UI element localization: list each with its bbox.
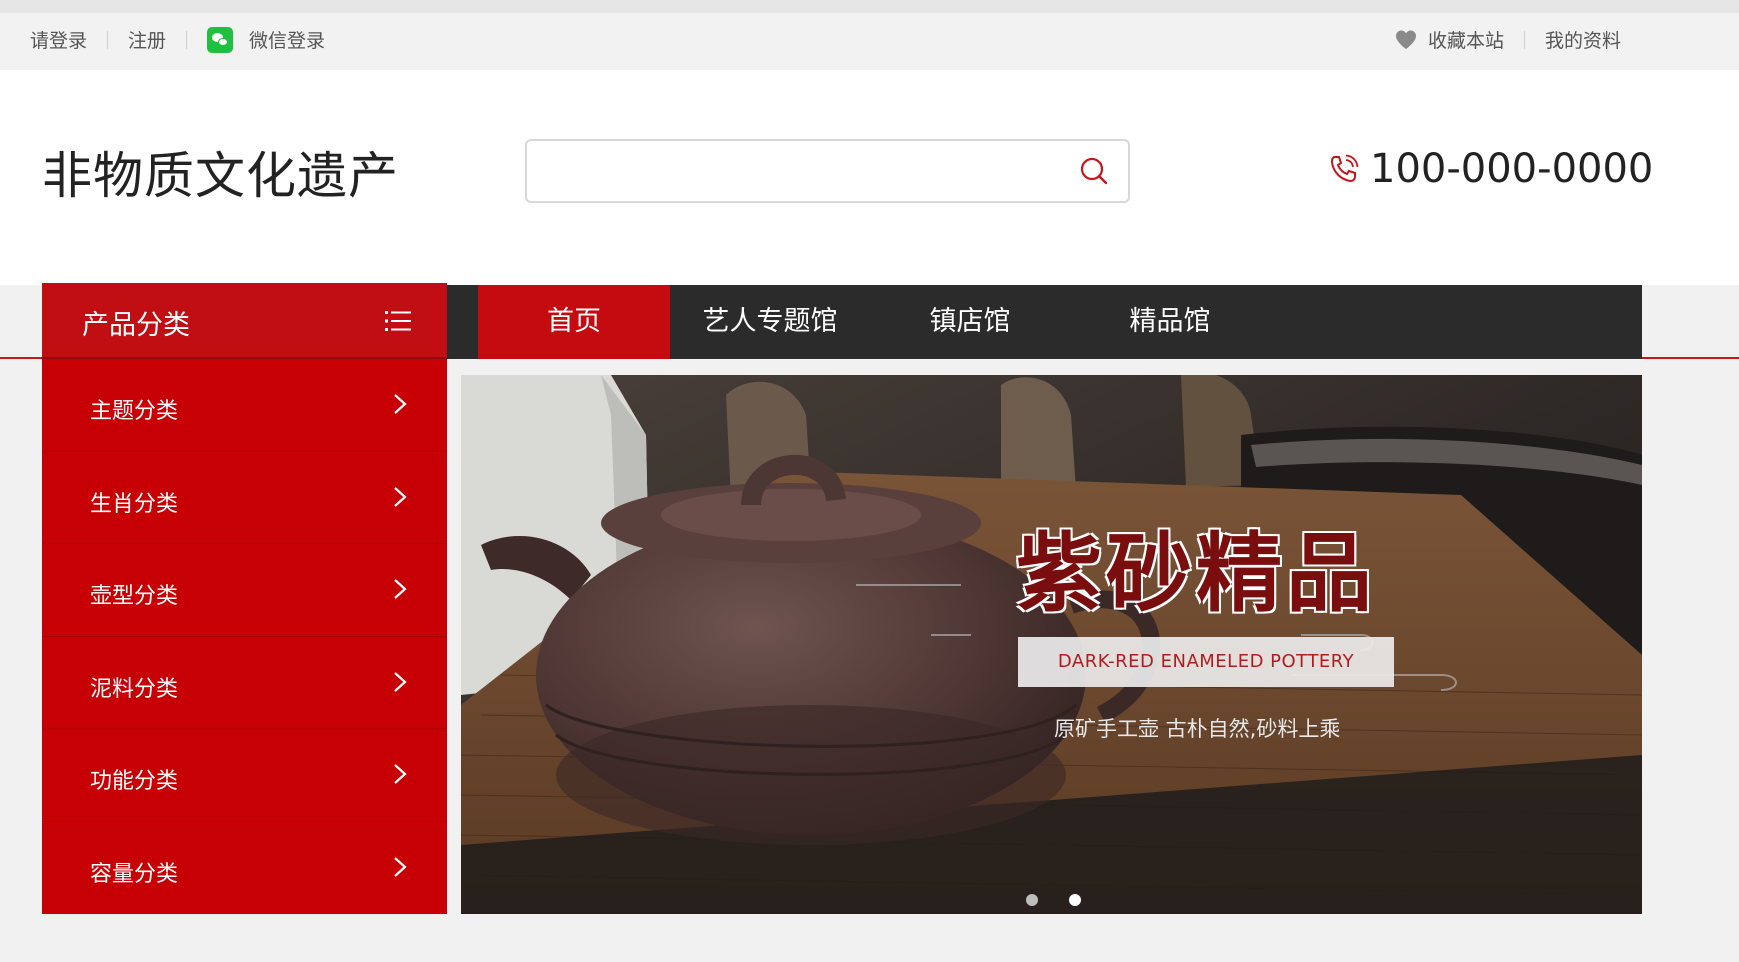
wechat-icon[interactable] bbox=[207, 26, 234, 53]
topbar-right: 收藏本站 我的资料 bbox=[1394, 26, 1621, 53]
category-item-clay[interactable]: 泥料分类 bbox=[42, 637, 447, 729]
divider bbox=[107, 30, 109, 49]
wechat-login-link[interactable]: 微信登录 bbox=[249, 26, 325, 53]
category-item-label: 容量分类 bbox=[90, 861, 179, 887]
tab-premium[interactable]: 精品馆 bbox=[1070, 285, 1270, 359]
category-list: 主题分类 生肖分类 壶型分类 泥料分类 功能分类 容量分类 bbox=[42, 359, 447, 914]
search-icon[interactable] bbox=[1078, 155, 1110, 187]
divider bbox=[1524, 30, 1526, 49]
my-profile-link[interactable]: 我的资料 bbox=[1545, 26, 1621, 53]
tab-home[interactable]: 首页 bbox=[478, 285, 670, 359]
header: 非物质文化遗产 100-000-0000 bbox=[0, 70, 1739, 285]
tab-signature[interactable]: 镇店馆 bbox=[870, 285, 1070, 359]
register-link[interactable]: 注册 bbox=[128, 26, 166, 53]
category-item-pot-shape[interactable]: 壶型分类 bbox=[42, 544, 447, 637]
category-item-label: 壶型分类 bbox=[90, 584, 179, 609]
banner-title: 紫砂精品 bbox=[1016, 523, 1376, 624]
divider bbox=[186, 30, 188, 49]
page: 请登录 注册 微信登录 收藏本站 我的资料 非物质文化遗产 100-000-00… bbox=[0, 0, 1739, 962]
carousel-dot-1[interactable] bbox=[1026, 894, 1038, 906]
category-item-label: 主题分类 bbox=[90, 399, 179, 424]
menu-list-icon[interactable] bbox=[385, 309, 411, 333]
banner-carousel[interactable]: 紫砂精品 DARK-RED ENAMELED POTTERY 原矿手工壶 古朴自… bbox=[461, 375, 1642, 914]
top-utility-bar: 请登录 注册 微信登录 收藏本站 我的资料 bbox=[0, 0, 1739, 70]
search-box bbox=[525, 139, 1130, 203]
phone-contact: 100-000-0000 bbox=[1326, 146, 1653, 192]
chevron-right-icon bbox=[394, 579, 407, 599]
category-item-zodiac[interactable]: 生肖分类 bbox=[42, 452, 447, 544]
chevron-right-icon bbox=[394, 671, 407, 692]
category-item-function[interactable]: 功能分类 bbox=[42, 729, 447, 822]
search-input[interactable] bbox=[539, 151, 1059, 191]
carousel-dot-2[interactable] bbox=[1069, 894, 1081, 906]
category-item-capacity[interactable]: 容量分类 bbox=[42, 822, 447, 915]
category-item-theme[interactable]: 主题分类 bbox=[42, 359, 447, 452]
chevron-right-icon bbox=[394, 764, 407, 784]
heart-icon bbox=[1396, 30, 1416, 49]
chevron-right-icon bbox=[394, 856, 407, 877]
favorite-link[interactable]: 收藏本站 bbox=[1428, 26, 1504, 53]
login-link[interactable]: 请登录 bbox=[30, 26, 87, 53]
banner-subtitle-en: DARK-RED ENAMELED POTTERY bbox=[1018, 637, 1394, 687]
category-item-label: 功能分类 bbox=[90, 769, 179, 794]
chevron-right-icon bbox=[394, 486, 407, 507]
category-header[interactable]: 产品分类 bbox=[42, 283, 447, 359]
banner-tagline: 原矿手工壶 古朴自然,砂料上乘 bbox=[1054, 717, 1341, 741]
topbar-left: 请登录 注册 微信登录 bbox=[30, 26, 325, 53]
phone-icon bbox=[1330, 154, 1359, 183]
chevron-right-icon bbox=[394, 394, 407, 414]
category-item-label: 生肖分类 bbox=[90, 491, 179, 517]
category-title: 产品分类 bbox=[82, 310, 190, 341]
category-item-label: 泥料分类 bbox=[90, 676, 179, 702]
phone-number: 100-000-0000 bbox=[1370, 146, 1654, 192]
tab-artists[interactable]: 艺人专题馆 bbox=[670, 285, 870, 359]
site-logo-text[interactable]: 非物质文化遗产 bbox=[42, 136, 399, 208]
main-nav: 首页 艺人专题馆 镇店馆 精品馆 bbox=[446, 285, 1642, 359]
